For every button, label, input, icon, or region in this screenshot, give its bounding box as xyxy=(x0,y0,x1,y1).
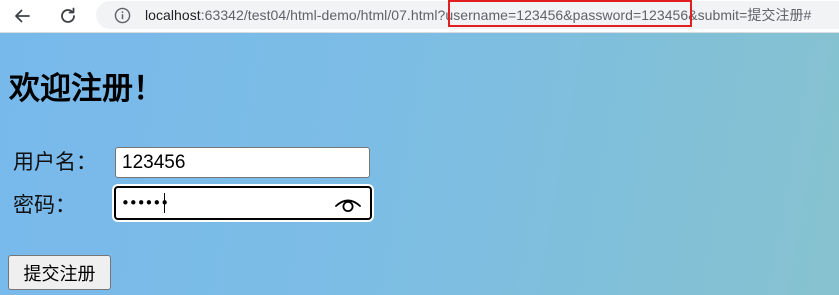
password-input[interactable]: •••••• xyxy=(114,186,372,220)
password-mask: •••••• xyxy=(121,194,169,212)
submit-button[interactable]: 提交注册 xyxy=(8,255,111,290)
reload-button[interactable] xyxy=(54,2,82,30)
browser-toolbar: localhost:63342/test04/html-demo/html/07… xyxy=(0,0,839,33)
page-title: 欢迎注册！ xyxy=(9,71,164,107)
arrow-left-icon xyxy=(15,9,30,23)
reload-icon xyxy=(61,7,75,23)
query-highlight-box xyxy=(448,0,692,27)
info-icon[interactable] xyxy=(114,7,131,24)
back-button[interactable] xyxy=(8,2,36,30)
password-label: 密码： xyxy=(13,193,76,217)
username-label: 用户名： xyxy=(13,150,97,174)
username-input[interactable]: 123456 xyxy=(115,147,370,178)
url-host: localhost xyxy=(145,7,201,23)
text-caret xyxy=(164,193,165,213)
page-content: 欢迎注册！ 用户名： 123456 密码： •••••• 提交注册 xyxy=(0,33,839,295)
eye-icon[interactable] xyxy=(334,194,362,214)
